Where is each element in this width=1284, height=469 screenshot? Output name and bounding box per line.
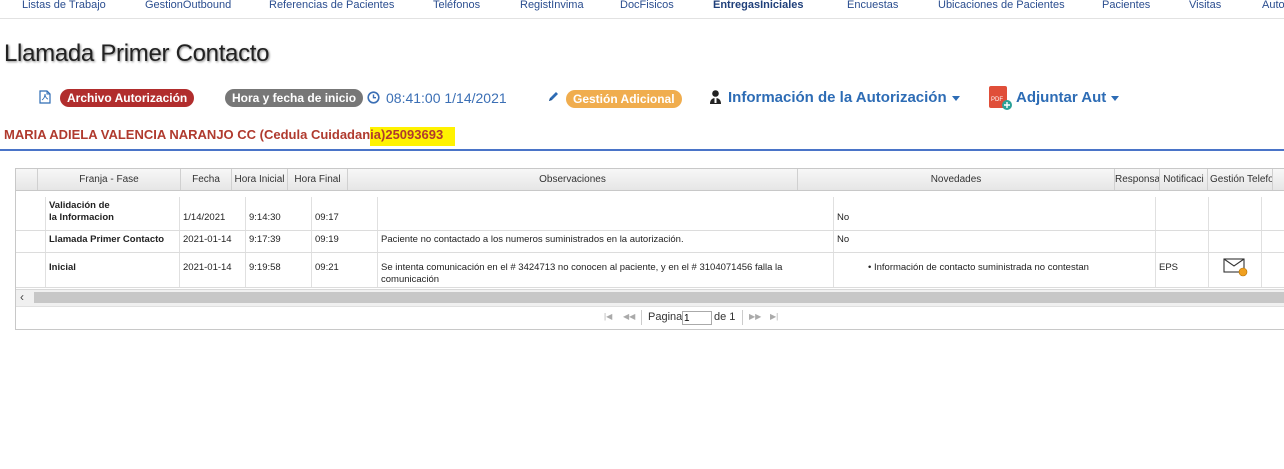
col-header-novedades[interactable]: Novedades [798, 169, 1115, 190]
adjuntar-aut-dropdown[interactable]: Adjuntar Aut [1016, 89, 1120, 106]
page-title: Llamada Primer Contacto [4, 40, 270, 67]
patient-name: MARIA ADIELA VALENCIA NARANJO CC (Cedula… [4, 127, 371, 142]
cell-gestion [1262, 231, 1284, 252]
informacion-autorizacion-label: Información de la Autorización [728, 89, 947, 106]
cell-hora-inicial: 9:17:39 [246, 231, 312, 252]
cell-novedades: No [834, 231, 1156, 252]
novedad-item: Información de contacto suministrada no … [873, 262, 1089, 273]
pager-separator [641, 310, 642, 325]
cell-responsable: EPS [1156, 253, 1209, 287]
col-header-hora-inicial[interactable]: Hora Inicial [232, 169, 288, 190]
nav-item-visitas[interactable]: Visitas [1189, 0, 1221, 11]
cell-notificacion [1209, 231, 1262, 252]
grid-header: Franja - Fase Fecha Hora Inicial Hora Fi… [16, 169, 1284, 191]
nav-item-pacientes[interactable]: Pacientes [1102, 0, 1150, 11]
cell-fecha: 2021-01-14 [180, 253, 246, 287]
table-row[interactable]: Validación de la Informacion 1/14/2021 9:… [16, 197, 1284, 231]
nav-item-docfisicos[interactable]: DocFisicos [620, 0, 674, 11]
envelope-icon[interactable] [1223, 258, 1249, 280]
user-icon [709, 89, 722, 110]
cell-hora-inicial: 9:19:58 [246, 253, 312, 287]
page-number-input[interactable] [682, 311, 712, 325]
row-number-cell [16, 231, 46, 252]
scrollbar-thumb[interactable] [34, 292, 1284, 303]
patient-id-highlighted: ia)25093693 [370, 127, 456, 146]
cell-notificacion [1209, 197, 1262, 230]
pdf-file-icon[interactable] [39, 90, 51, 109]
row-number-header [16, 169, 38, 190]
nav-item-entregas-iniciales[interactable]: EntregasIniciales [713, 0, 804, 11]
hora-fecha-badge: Hora y fecha de inicio [225, 89, 364, 107]
cell-hora-final: 09:19 [312, 231, 378, 252]
col-header-responsable[interactable]: Responsa [1115, 169, 1160, 190]
cell-hora-inicial: 9:14:30 [246, 197, 312, 230]
nav-item-registinvima[interactable]: RegistInvima [520, 0, 584, 11]
scroll-left-icon[interactable]: ‹ [20, 290, 24, 305]
informacion-autorizacion-dropdown[interactable]: Información de la Autorización [728, 89, 960, 106]
col-header-hora-final[interactable]: Hora Final [288, 169, 348, 190]
cell-franja-fase: Validación de la Informacion [46, 197, 180, 230]
pagina-label: Pagina [648, 311, 683, 323]
clock-icon [367, 91, 380, 109]
cell-responsable [1156, 197, 1209, 230]
cell-gestion [1262, 253, 1284, 287]
cell-observaciones: Paciente no contactado a los numeros sum… [378, 231, 834, 252]
nav-item-telefonos[interactable]: Teléfonos [433, 0, 480, 11]
nav-item-ubicaciones[interactable]: Ubicaciones de Pacientes [938, 0, 1065, 11]
row-number-cell [16, 253, 46, 287]
page-total-label: de 1 [714, 311, 736, 323]
last-page-icon[interactable]: ▶| [770, 312, 778, 321]
table-row[interactable]: Inicial 2021-01-14 9:19:58 09:21 Se inte… [16, 253, 1284, 288]
next-page-icon[interactable]: ▶▶ [749, 312, 761, 321]
pager: |◀ ◀◀ Pagina de 1 ▶▶ ▶| [16, 306, 1284, 329]
cell-gestion [1262, 197, 1284, 230]
cell-observaciones [378, 197, 834, 230]
nav-item-listas-trabajo[interactable]: Listas de Trabajo [22, 0, 106, 11]
table-row[interactable]: Llamada Primer Contacto 2021-01-14 9:17:… [16, 231, 1284, 253]
horizontal-scrollbar[interactable]: ‹ [16, 289, 1284, 306]
start-time-value: 08:41:00 1/14/2021 [386, 90, 507, 106]
patient-identification: MARIA ADIELA VALENCIA NARANJO CC (Cedula… [4, 127, 456, 146]
chevron-down-icon [951, 95, 960, 101]
col-header-notificacion[interactable]: Notificaci [1160, 169, 1208, 190]
first-page-icon[interactable]: |◀ [604, 312, 612, 321]
cell-novedades: No [834, 197, 1156, 230]
gestion-adicional-button[interactable]: Gestión Adicional [566, 90, 682, 108]
cell-hora-final: 09:21 [312, 253, 378, 287]
col-header-observaciones[interactable]: Observaciones [348, 169, 798, 190]
fase-line2: la Informacion [49, 212, 114, 223]
chevron-down-icon [1111, 95, 1120, 101]
pencil-icon[interactable] [547, 90, 560, 108]
nav-item-auto[interactable]: Auto [1262, 0, 1284, 11]
adjuntar-aut-label: Adjuntar Aut [1016, 89, 1107, 106]
cell-hora-final: 09:17 [312, 197, 378, 230]
cell-notificacion [1209, 253, 1262, 287]
row-number-cell [16, 197, 46, 230]
cell-responsable [1156, 231, 1209, 252]
cell-observaciones: Se intenta comunicación en el # 3424713 … [378, 253, 834, 287]
cell-fecha: 1/14/2021 [180, 197, 246, 230]
pdf-add-icon[interactable]: PDF [987, 85, 1013, 116]
fase-line1: Validación de [49, 200, 110, 211]
prev-page-icon[interactable]: ◀◀ [623, 312, 635, 321]
svg-text:PDF: PDF [991, 97, 1003, 103]
top-navigation: Listas de Trabajo GestionOutbound Refere… [0, 0, 1284, 19]
nav-item-gestion-outbound[interactable]: GestionOutbound [145, 0, 231, 11]
col-header-gestion-telefonica[interactable]: Gestión Telefo [1208, 169, 1273, 190]
cell-franja-fase: Llamada Primer Contacto [46, 231, 180, 252]
cell-fecha: 2021-01-14 [180, 231, 246, 252]
pager-separator [742, 310, 743, 325]
cell-novedades: • Información de contacto suministrada n… [834, 253, 1156, 287]
cell-franja-fase: Inicial [46, 253, 180, 287]
contact-grid: Franja - Fase Fecha Hora Inicial Hora Fi… [15, 168, 1284, 330]
nav-item-encuestas[interactable]: Encuestas [847, 0, 898, 11]
section-divider [0, 149, 1284, 151]
nav-item-referencias[interactable]: Referencias de Pacientes [269, 0, 394, 11]
col-header-fecha[interactable]: Fecha [181, 169, 232, 190]
archivo-autorizacion-button[interactable]: Archivo Autorización [60, 89, 195, 107]
col-header-franja-fase[interactable]: Franja - Fase [38, 169, 181, 190]
